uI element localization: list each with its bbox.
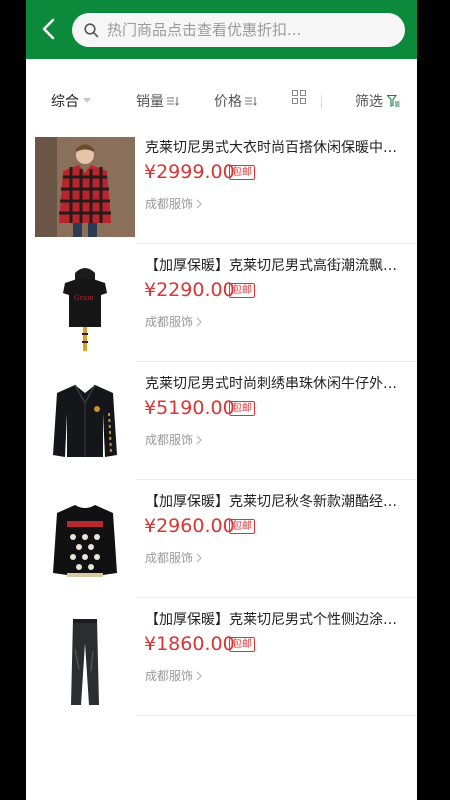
sort-price[interactable]: 价格 [214, 91, 257, 111]
chevron-right-icon [196, 435, 202, 445]
shop-name: 成都服饰 [145, 433, 194, 447]
sort-order-icon [167, 96, 179, 106]
product-title: 克莱切尼男式时尚刺绣串珠休闲牛仔外套... [145, 376, 407, 392]
free-shipping-badge: 包邮 [229, 519, 255, 534]
svg-text:Grain: Grain [74, 294, 94, 302]
shop-name: 成都服饰 [145, 197, 194, 211]
chevron-right-icon [196, 671, 202, 681]
free-shipping-badge: 包邮 [229, 283, 255, 298]
shop-link[interactable]: 成都服饰 [145, 313, 202, 330]
product-title: 【加厚保暖】克莱切尼秋冬新款潮酷经典... [145, 494, 407, 510]
sort-sales[interactable]: 销量 [136, 91, 179, 111]
filter-button[interactable]: 筛选 [355, 91, 400, 111]
product-image [35, 137, 135, 237]
triangle-down-icon [83, 98, 91, 104]
product-price: ¥2960.00 [144, 515, 235, 537]
back-button[interactable] [34, 16, 64, 46]
product-image [35, 609, 135, 709]
search-icon [84, 22, 99, 38]
product-info: 克莱切尼男式时尚刺绣串珠休闲牛仔外套... ¥5190.00 包邮 成都服饰 [136, 361, 417, 480]
chevron-right-icon [196, 199, 202, 209]
product-price: ¥2999.00 [144, 161, 235, 183]
product-price: ¥1860.00 [144, 633, 235, 655]
shop-name: 成都服饰 [145, 315, 194, 329]
product-item[interactable]: 克莱切尼男式大衣时尚百搭休闲保暖中长... ¥2999.00 包邮 成都服饰 [26, 125, 417, 244]
product-item[interactable]: 【加厚保暖】克莱切尼秋冬新款潮酷经典... ¥2960.00 包邮 成都服饰 [26, 479, 417, 598]
shop-link[interactable]: 成都服饰 [145, 667, 202, 684]
search-bar[interactable] [72, 13, 405, 47]
sort-order-icon [245, 96, 257, 106]
chevron-right-icon [196, 317, 202, 327]
back-arrow-icon [41, 18, 57, 44]
sort-sales-label: 销量 [136, 94, 164, 110]
product-title: 克莱切尼男式大衣时尚百搭休闲保暖中长... [145, 140, 407, 156]
grid-icon [292, 90, 306, 104]
product-image [35, 491, 135, 591]
chevron-right-icon [196, 553, 202, 563]
sort-comprehensive-label: 综合 [51, 94, 79, 110]
shop-link[interactable]: 成都服饰 [145, 549, 202, 566]
product-info: 克莱切尼男式大衣时尚百搭休闲保暖中长... ¥2999.00 包邮 成都服饰 [136, 125, 417, 244]
free-shipping-badge: 包邮 [229, 637, 255, 652]
shop-link[interactable]: 成都服饰 [145, 431, 202, 448]
shop-link[interactable]: 成都服饰 [145, 195, 202, 212]
product-price: ¥5190.00 [144, 397, 235, 419]
product-item[interactable]: Grain 【加厚保暖】克莱切尼男式高街潮流飘带... ¥2290.00 包邮 … [26, 243, 417, 362]
header-bar [26, 0, 417, 59]
shop-name: 成都服饰 [145, 669, 194, 683]
product-image: Grain [35, 255, 135, 355]
product-item[interactable]: 克莱切尼男式时尚刺绣串珠休闲牛仔外套... ¥5190.00 包邮 成都服饰 [26, 361, 417, 480]
product-title: 【加厚保暖】克莱切尼男式高街潮流飘带... [145, 258, 407, 274]
filter-label: 筛选 [355, 94, 383, 110]
filter-funnel-icon [387, 95, 400, 107]
product-info: 【加厚保暖】克莱切尼男式个性侧边涂鸦... ¥1860.00 包邮 成都服饰 [136, 597, 417, 716]
product-info: 【加厚保暖】克莱切尼男式高街潮流飘带... ¥2290.00 包邮 成都服饰 [136, 243, 417, 362]
sort-comprehensive[interactable]: 综合 [51, 91, 91, 111]
search-input[interactable] [105, 20, 379, 40]
divider [321, 95, 322, 109]
product-item[interactable]: 【加厚保暖】克莱切尼男式个性侧边涂鸦... ¥1860.00 包邮 成都服饰 [26, 597, 417, 716]
shop-name: 成都服饰 [145, 551, 194, 565]
product-list: 克莱切尼男式大衣时尚百搭休闲保暖中长... ¥2999.00 包邮 成都服饰 G… [26, 125, 417, 716]
product-title: 【加厚保暖】克莱切尼男式个性侧边涂鸦... [145, 612, 407, 628]
free-shipping-badge: 包邮 [229, 165, 255, 180]
free-shipping-badge: 包邮 [229, 401, 255, 416]
app-screen: 综合 销量 价格 筛选 [26, 0, 417, 800]
sort-price-label: 价格 [214, 94, 242, 110]
filter-bar: 综合 销量 价格 筛选 [26, 86, 417, 116]
product-image [35, 373, 135, 473]
product-price: ¥2290.00 [144, 279, 235, 301]
product-info: 【加厚保暖】克莱切尼秋冬新款潮酷经典... ¥2960.00 包邮 成都服饰 [136, 479, 417, 598]
grid-view-button[interactable] [292, 90, 306, 104]
